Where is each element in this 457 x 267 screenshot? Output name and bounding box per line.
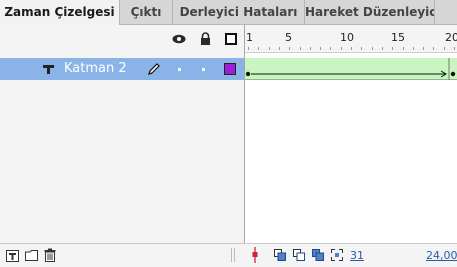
- tab-compiler-errors[interactable]: Derleyici Hataları: [173, 0, 305, 25]
- ruler-number: 20: [445, 31, 457, 44]
- ruler-tick: [412, 47, 414, 50]
- current-frame-value[interactable]: 31: [350, 249, 364, 262]
- ruler-tick: [268, 47, 270, 50]
- ruler-tick: [381, 47, 383, 50]
- layer-icon: [43, 65, 54, 74]
- layer-name[interactable]: Katman 2: [64, 58, 127, 80]
- layer-row[interactable]: Katman 2: [0, 58, 244, 80]
- scroll-grip[interactable]: [231, 248, 232, 262]
- ruler-tick: [423, 47, 425, 50]
- lock-toggle-dot[interactable]: [202, 68, 205, 71]
- tab-label: Zaman Çizelgesi: [4, 5, 115, 19]
- lock-icon[interactable]: [200, 32, 211, 45]
- frame-rate-value[interactable]: 24,00 fps: [426, 249, 457, 262]
- ruler-number: 5: [285, 31, 292, 44]
- ruler-tick: [309, 47, 311, 50]
- ruler-tick: [340, 47, 342, 50]
- layer-list: [0, 53, 244, 243]
- trash-icon[interactable]: [44, 248, 56, 262]
- ruler-tick: [371, 47, 373, 50]
- timeline-footer: 31 24,00 fps: [0, 243, 457, 267]
- tab-label: Çıktı: [130, 5, 162, 19]
- outline-icon[interactable]: [225, 33, 237, 45]
- ruler-tick: [289, 47, 291, 50]
- ruler-tick: [361, 47, 363, 50]
- ruler-tick: [351, 47, 352, 50]
- tween-arrow: [245, 58, 456, 80]
- new-folder-icon[interactable]: [25, 250, 38, 261]
- ruler-tick: [402, 47, 404, 50]
- ruler-tick: [433, 47, 435, 50]
- tab-timeline[interactable]: Zaman Çizelgesi: [0, 0, 120, 25]
- visibility-toggle-dot[interactable]: [178, 68, 181, 71]
- scroll-grip[interactable]: [234, 248, 235, 262]
- ruler-number: 1: [246, 31, 253, 44]
- ruler-tick: [443, 47, 445, 50]
- edit-multiple-frames-icon[interactable]: [312, 249, 324, 261]
- center-frame-icon[interactable]: [251, 247, 259, 263]
- frame-ruler[interactable]: 1 5 10 15 20: [244, 25, 457, 53]
- ruler-tick: [454, 47, 455, 50]
- tab-output[interactable]: Çıktı: [120, 0, 173, 25]
- ruler-tick: [278, 47, 280, 50]
- ruler-tick: [248, 47, 249, 50]
- ruler-number: 10: [340, 31, 354, 44]
- ruler-tick: [392, 47, 394, 50]
- ruler-tick: [299, 47, 301, 50]
- layer-header: [0, 25, 244, 53]
- ruler-tick: [320, 47, 322, 50]
- frames-area[interactable]: [245, 53, 457, 243]
- tab-label: Derleyici Hataları: [179, 5, 298, 19]
- motion-tween-span[interactable]: [245, 58, 457, 80]
- panel-tab-bar: Zaman Çizelgesi Çıktı Derleyici Hataları…: [0, 0, 457, 25]
- pencil-icon: [148, 63, 160, 75]
- tab-label: Hareket Düzenleyici: [305, 5, 435, 19]
- eye-icon[interactable]: [172, 34, 186, 44]
- modify-onion-markers-icon[interactable]: [331, 249, 343, 261]
- tab-motion-editor[interactable]: Hareket Düzenleyici: [305, 0, 435, 25]
- ruler-number: 15: [391, 31, 405, 44]
- onion-skin-outlines-icon[interactable]: [293, 249, 305, 261]
- new-layer-icon[interactable]: [6, 250, 19, 262]
- onion-skin-icon[interactable]: [274, 249, 286, 261]
- layer-outline-color-swatch[interactable]: [224, 63, 236, 75]
- ruler-tick: [330, 47, 332, 50]
- ruler-tick: [258, 47, 260, 50]
